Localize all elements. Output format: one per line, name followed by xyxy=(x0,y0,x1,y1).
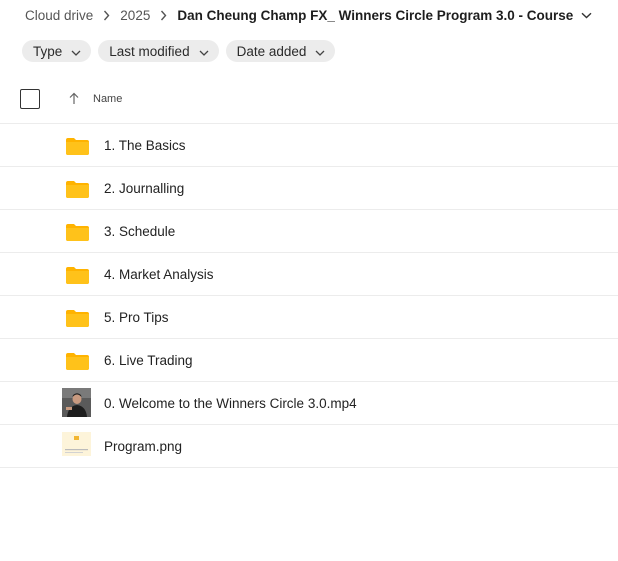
breadcrumb-2025[interactable]: 2025 xyxy=(120,8,150,23)
folder-icon xyxy=(63,305,92,334)
table-header: Name xyxy=(0,88,618,124)
filter-last-modified[interactable]: Last modified xyxy=(98,40,219,62)
list-item[interactable]: 1. The Basics xyxy=(0,124,618,167)
breadcrumb-current-folder[interactable]: Dan Cheung Champ FX_ Winners Circle Prog… xyxy=(177,8,573,23)
chevron-right-icon xyxy=(160,10,167,21)
list-item[interactable]: Program.png xyxy=(0,425,618,468)
filter-date-added[interactable]: Date added xyxy=(225,40,336,62)
item-name: 3. Schedule xyxy=(104,224,176,239)
item-name: 6. Live Trading xyxy=(104,353,193,368)
list-item[interactable]: 2. Journalling xyxy=(0,167,618,210)
folder-icon xyxy=(63,348,92,377)
column-header-name[interactable]: Name xyxy=(93,93,122,105)
chevron-down-icon xyxy=(71,44,81,59)
chevron-right-icon xyxy=(103,10,110,21)
item-name: 1. The Basics xyxy=(104,138,186,153)
chevron-down-icon xyxy=(315,44,325,59)
breadcrumb: Cloud drive 2025 Dan Cheung Champ FX_ Wi… xyxy=(25,6,592,24)
item-name: 4. Market Analysis xyxy=(104,267,214,282)
filter-last-modified-label: Last modified xyxy=(109,43,190,59)
chevron-down-icon[interactable] xyxy=(581,12,592,19)
sort-ascending-icon[interactable] xyxy=(68,92,80,110)
folder-icon xyxy=(63,133,92,162)
folder-icon xyxy=(63,176,92,205)
item-name: 2. Journalling xyxy=(104,181,185,196)
list-item[interactable]: 3. Schedule xyxy=(0,210,618,253)
image-thumbnail xyxy=(62,432,91,461)
select-all-checkbox[interactable] xyxy=(20,89,40,109)
list-item[interactable]: 6. Live Trading xyxy=(0,339,618,382)
chevron-down-icon xyxy=(199,44,209,59)
item-name: Program.png xyxy=(104,439,183,454)
item-name: 5. Pro Tips xyxy=(104,310,169,325)
folder-icon xyxy=(63,262,92,291)
list-item[interactable]: 5. Pro Tips xyxy=(0,296,618,339)
filter-date-added-label: Date added xyxy=(236,43,307,59)
filter-type-label: Type xyxy=(33,43,63,59)
item-name: 0. Welcome to the Winners Circle 3.0.mp4 xyxy=(104,396,357,411)
file-list: 1. The Basics 2. Journalling 3. Schedule… xyxy=(0,124,618,468)
video-thumbnail xyxy=(62,388,91,417)
filter-bar: Type Last modified Date added xyxy=(22,40,336,62)
list-item[interactable]: 4. Market Analysis xyxy=(0,253,618,296)
filter-type[interactable]: Type xyxy=(22,40,92,62)
folder-icon xyxy=(63,219,92,248)
list-item[interactable]: 0. Welcome to the Winners Circle 3.0.mp4 xyxy=(0,382,618,425)
breadcrumb-cloud-drive[interactable]: Cloud drive xyxy=(25,8,93,23)
